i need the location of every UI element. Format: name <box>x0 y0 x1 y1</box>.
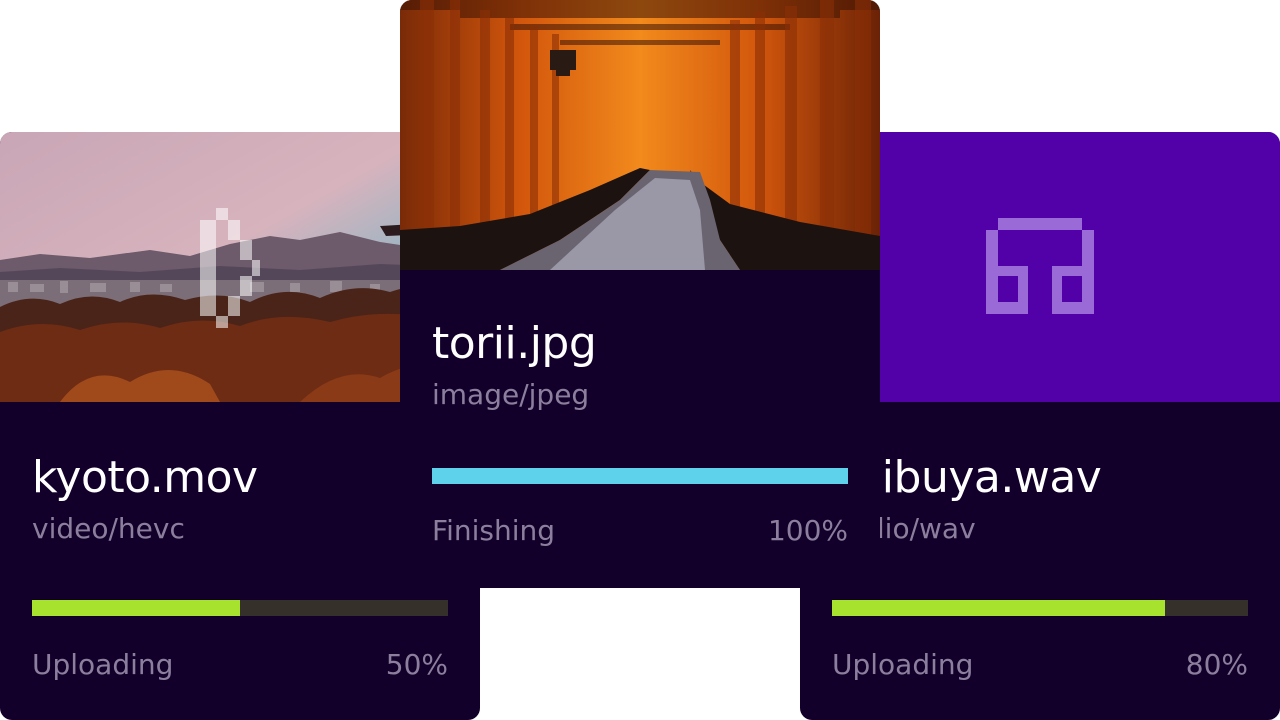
upload-status: Uploading <box>32 648 174 681</box>
image-thumbnail <box>400 0 880 270</box>
file-type: image/jpeg <box>432 378 590 411</box>
upload-progress-bar <box>432 468 848 484</box>
upload-percent: 80% <box>1185 648 1248 681</box>
upload-status: Uploading <box>832 648 974 681</box>
upload-percent: 100% <box>767 514 848 547</box>
upload-progress-bar <box>832 600 1248 616</box>
upload-percent: 50% <box>385 648 448 681</box>
file-type: video/hevc <box>32 512 185 545</box>
upload-progress-bar <box>32 600 448 616</box>
file-name: kyoto.mov <box>32 452 258 503</box>
upload-status: Finishing <box>432 514 556 547</box>
upload-card-torii[interactable]: torii.jpg image/jpeg Finishing 100% <box>400 0 880 588</box>
upload-cards-stage: kyoto.mov video/hevc Uploading 50% shibu… <box>0 0 1280 720</box>
upload-progress-fill <box>432 468 848 484</box>
upload-progress-fill <box>832 600 1165 616</box>
upload-progress-fill <box>32 600 240 616</box>
play-icon[interactable] <box>196 208 260 328</box>
headphones-icon <box>986 218 1094 314</box>
file-name: torii.jpg <box>432 318 597 369</box>
